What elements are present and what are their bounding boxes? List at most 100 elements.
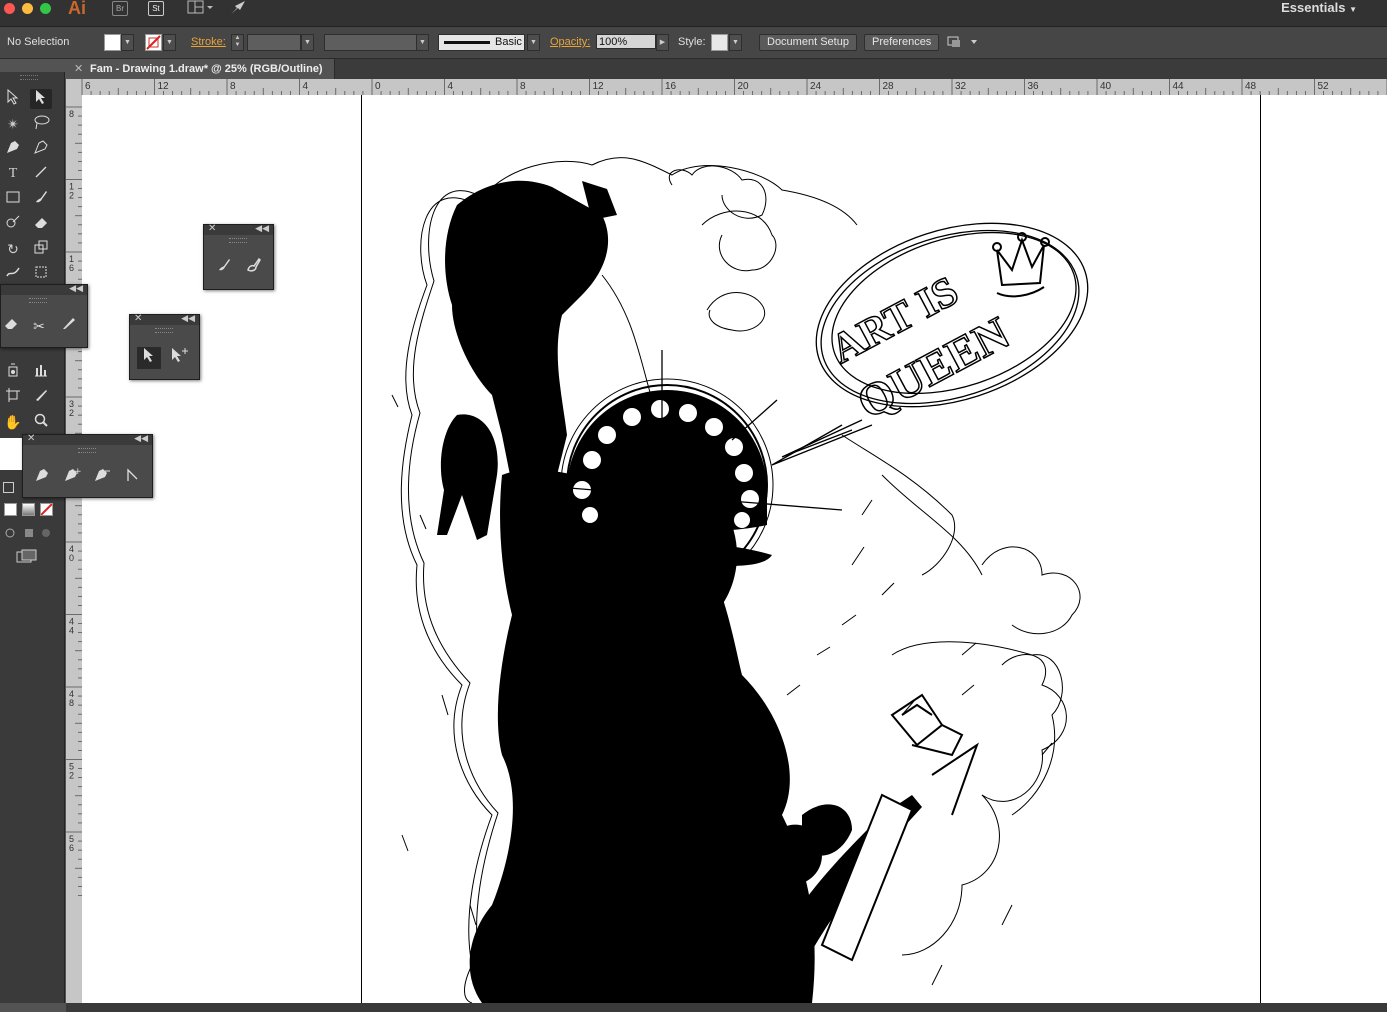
zoom-window-button[interactable] — [40, 3, 51, 14]
artboard-tool-icon[interactable] — [2, 387, 24, 407]
stroke-label[interactable]: Stroke: — [191, 36, 226, 48]
graphic-style-dropdown[interactable]: ▼ — [729, 34, 742, 51]
ruler-label: 52 — [1318, 81, 1330, 92]
lasso-icon[interactable] — [30, 114, 52, 134]
ruler-label: 4 — [303, 81, 309, 92]
opacity-label[interactable]: Opacity: — [550, 36, 590, 48]
free-transform-icon[interactable] — [30, 264, 52, 284]
hand-tool-icon[interactable]: ✋ — [2, 412, 24, 432]
default-fill-stroke-icon[interactable] — [3, 482, 14, 493]
variable-width-profile[interactable] — [324, 34, 418, 51]
brush-dropdown[interactable]: ▼ — [527, 34, 540, 51]
opacity-field[interactable]: 100% — [596, 34, 656, 49]
variable-width-dropdown[interactable]: ▼ — [416, 34, 429, 51]
ruler-label: 44 — [1173, 81, 1185, 92]
shaper-tool-icon[interactable] — [2, 214, 24, 234]
graphic-style-swatch[interactable] — [711, 34, 728, 51]
scale-tool-icon[interactable] — [30, 239, 52, 259]
collapse-icon[interactable]: ◀◀ — [255, 223, 269, 234]
document-tab-bar: ✕ Fam - Drawing 1.draw* @ 25% (RGB/Outli… — [66, 59, 1387, 79]
close-window-button[interactable] — [4, 3, 15, 14]
stock-button[interactable]: St — [148, 1, 164, 16]
ruler-label: 6 — [69, 843, 74, 853]
panel-grip[interactable] — [78, 448, 96, 453]
horizontal-ruler[interactable]: 61284048121620242832364044485256 — [66, 79, 1387, 96]
brush-definition-field[interactable]: Basic — [438, 34, 525, 51]
arrange-icon[interactable] — [947, 35, 977, 52]
curvature-tool-icon[interactable] — [30, 139, 52, 159]
pen-tool-icon[interactable] — [30, 467, 54, 489]
delete-anchor-point-icon[interactable] — [90, 467, 114, 489]
draw-mode-buttons[interactable] — [4, 527, 56, 539]
knife-icon[interactable] — [57, 315, 81, 337]
preferences-button[interactable]: Preferences — [864, 34, 940, 51]
fill-swatch-large[interactable] — [0, 438, 22, 470]
close-tab-icon[interactable]: ✕ — [74, 62, 83, 75]
canvas[interactable]: ART IS QUEEN — [82, 95, 1387, 1003]
ruler-label: 8 — [69, 698, 74, 708]
close-icon[interactable]: ✕ — [208, 223, 216, 234]
rectangle-tool-icon[interactable] — [2, 189, 24, 209]
close-icon[interactable]: ✕ — [27, 433, 35, 444]
blob-brush-icon[interactable] — [242, 257, 266, 279]
fill-dropdown-arrow[interactable]: ▼ — [121, 34, 134, 51]
selection-tool-icon[interactable] — [2, 88, 24, 109]
application-bar: Ai Br St Essentials ▼ — [0, 0, 1387, 27]
stroke-weight-dropdown[interactable]: ▼ — [301, 34, 314, 51]
screen-mode-icon[interactable] — [16, 549, 38, 568]
line-tool-icon[interactable] — [30, 164, 52, 184]
scissors-icon[interactable]: ✂ — [27, 315, 51, 337]
vertical-ruler[interactable]: 812162432364044485256 — [66, 95, 83, 1003]
gpu-performance-icon[interactable] — [229, 0, 249, 19]
slice-tool-icon[interactable] — [30, 387, 52, 407]
document-tab-title: Fam - Drawing 1.draw* @ 25% (RGB/Outline… — [90, 63, 323, 75]
arrange-documents-icon[interactable] — [187, 0, 215, 19]
close-icon[interactable]: ✕ — [134, 313, 142, 324]
stroke-color-swatch[interactable] — [145, 34, 162, 51]
type-tool-icon[interactable]: T — [2, 164, 24, 184]
stroke-dropdown-arrow[interactable]: ▼ — [163, 34, 176, 51]
magic-wand-icon[interactable]: ✴ — [2, 114, 24, 134]
collapse-icon[interactable]: ◀◀ — [134, 433, 148, 444]
fill-color-swatch[interactable] — [104, 34, 121, 51]
panel-header: ✕ ◀◀ — [204, 223, 273, 235]
rotate-tool-icon[interactable]: ↻ — [2, 239, 24, 259]
paintbrush-icon[interactable] — [30, 189, 52, 209]
gradient-mode-button[interactable] — [22, 503, 35, 516]
collapse-icon[interactable]: ◀◀ — [181, 313, 195, 324]
stroke-weight-field[interactable] — [247, 34, 301, 51]
pen-tool-icon[interactable] — [2, 139, 24, 159]
graph-tool-icon[interactable] — [30, 362, 52, 382]
panel-grip[interactable] — [29, 298, 47, 303]
ruler-label: 0 — [375, 81, 381, 92]
ruler-label: 4 — [69, 626, 74, 636]
warp-tool-icon[interactable] — [2, 264, 24, 284]
add-anchor-point-icon[interactable]: + — [60, 467, 84, 489]
bridge-button[interactable]: Br — [112, 1, 128, 16]
workspace-switcher[interactable]: Essentials ▼ — [1281, 0, 1357, 15]
collapse-icon[interactable]: ◀◀ — [69, 283, 83, 294]
panel-grip[interactable] — [155, 328, 173, 333]
color-mode-button[interactable] — [4, 503, 17, 516]
toolbar-grip[interactable] — [20, 75, 38, 80]
minimize-window-button[interactable] — [22, 3, 33, 14]
document-setup-button[interactable]: Document Setup — [759, 34, 857, 51]
direct-selection-tool-icon[interactable] — [30, 89, 52, 109]
group-selection-tool-icon[interactable] — [167, 347, 191, 369]
direct-selection-tool-icon[interactable] — [137, 347, 161, 369]
ruler-label: 24 — [810, 81, 822, 92]
none-mode-button[interactable] — [40, 503, 53, 516]
opacity-expand-arrow[interactable]: ▶ — [656, 34, 669, 51]
zoom-tool-icon[interactable] — [30, 412, 52, 432]
paintbrush-icon[interactable] — [212, 257, 236, 279]
symbol-sprayer-icon[interactable] — [2, 362, 24, 382]
document-tab[interactable]: ✕ Fam - Drawing 1.draw* @ 25% (RGB/Outli… — [66, 59, 335, 79]
eraser-icon[interactable] — [30, 214, 52, 234]
brush-profile-label: Basic — [495, 36, 522, 48]
eraser-icon[interactable] — [0, 315, 23, 337]
status-bar — [66, 1003, 1387, 1012]
stroke-weight-stepper[interactable]: ▲ ▼ — [231, 34, 244, 51]
panel-grip[interactable] — [229, 238, 247, 243]
anchor-point-tool-icon[interactable] — [120, 467, 144, 489]
ruler-label: 8 — [69, 109, 74, 119]
